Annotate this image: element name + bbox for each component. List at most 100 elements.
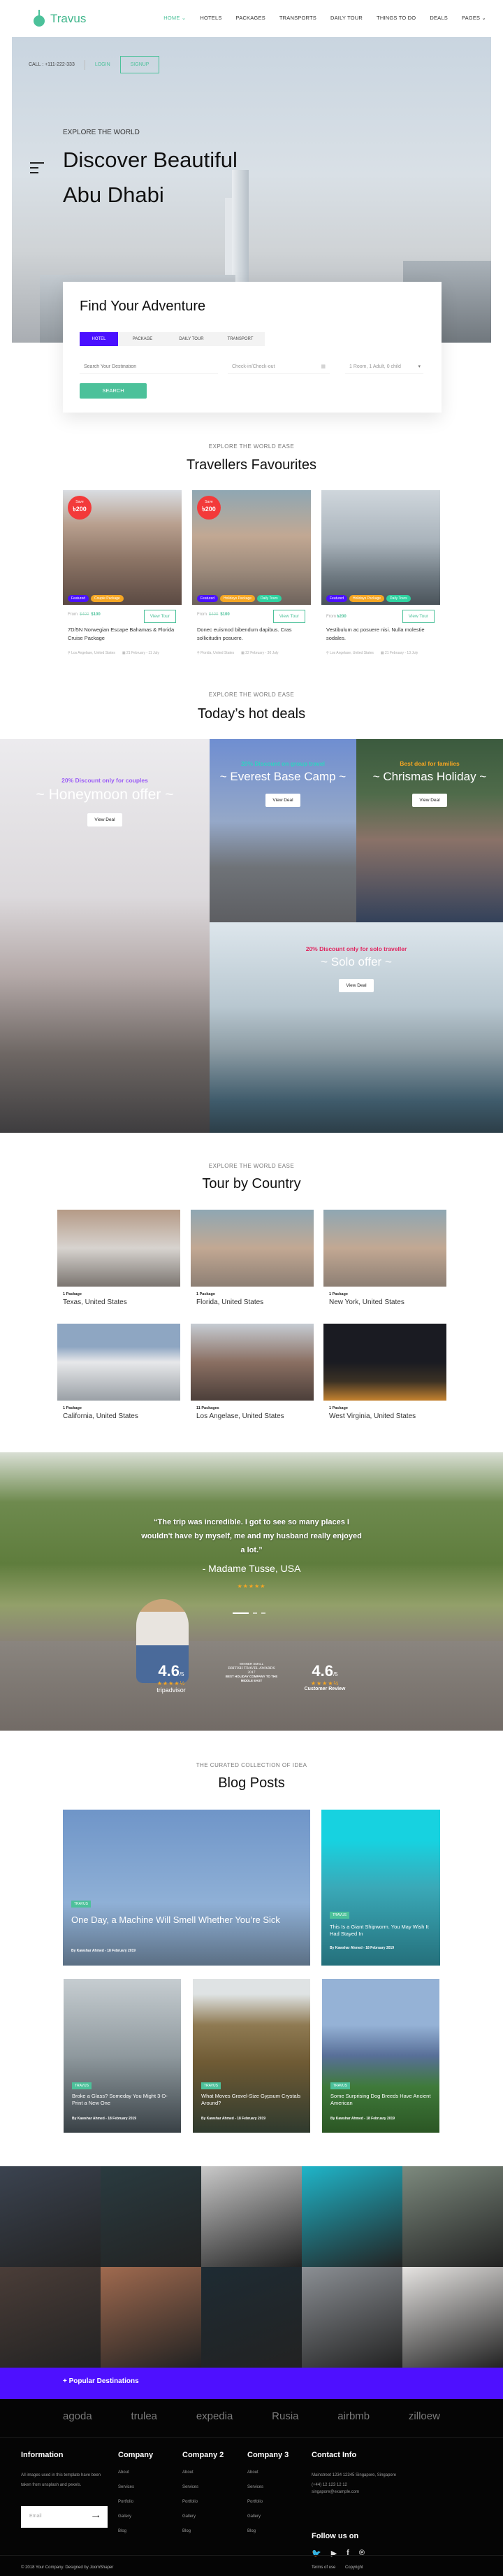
login-link[interactable]: LOGIN <box>95 62 110 67</box>
view-deal-button[interactable]: View Deal <box>339 979 374 992</box>
nav-item[interactable]: THINGS TO DO <box>377 15 416 21</box>
dates-input[interactable]: Check-in/Check-out ▦ <box>228 360 330 374</box>
partner-logo[interactable]: trulea <box>131 2410 158 2422</box>
footer-link[interactable]: Gallery <box>182 2514 196 2519</box>
nav-item[interactable]: DAILY TOUR <box>330 15 363 21</box>
blog-tag[interactable]: TRAVUS <box>201 2082 221 2089</box>
blog-card[interactable]: TRAVUS Some Surprising Dog Breeds Have A… <box>322 1979 439 2133</box>
blog-tag[interactable]: TRAVUS <box>330 2082 350 2089</box>
gallery-image[interactable] <box>201 2267 302 2368</box>
blog-tag[interactable]: TRAVUS <box>330 1912 349 1919</box>
partner-logo[interactable]: zilloew <box>409 2410 440 2422</box>
gallery-image[interactable] <box>402 2267 503 2368</box>
nav-item[interactable]: DEALS <box>430 15 448 21</box>
partner-logo[interactable]: expedia <box>196 2410 233 2422</box>
twitter-icon[interactable]: 🐦 <box>312 2549 321 2558</box>
gallery-image[interactable] <box>101 2267 201 2368</box>
blog-tag[interactable]: TRAVUS <box>72 2082 92 2089</box>
nav-item[interactable]: PACKAGES <box>236 15 265 21</box>
country-image[interactable] <box>191 1324 314 1401</box>
contact-email[interactable]: singapore@example.com <box>312 2490 359 2494</box>
country-card[interactable]: 1 Package West Virginia, United States <box>323 1324 446 1422</box>
country-image[interactable] <box>57 1324 180 1401</box>
gallery-image[interactable] <box>101 2166 201 2267</box>
tour-title[interactable]: 7D/5N Norwegian Escape Bahamas & Florida… <box>68 626 180 643</box>
country-card[interactable]: 1 Package New York, United States <box>323 1210 446 1308</box>
country-card[interactable]: 1 Package Texas, United States <box>57 1210 180 1308</box>
popular-destinations-bar[interactable]: + Popular Destinations <box>0 2368 503 2399</box>
blog-title[interactable]: One Day, a Machine Will Smell Whether Yo… <box>71 1915 302 1926</box>
footer-link[interactable]: About <box>182 2470 194 2475</box>
gallery-image[interactable] <box>302 2267 402 2368</box>
nav-item[interactable]: HOME ⌄ <box>163 15 186 21</box>
guests-select[interactable]: 1 Room, 1 Adult, 0 child ▾ <box>345 360 423 374</box>
footer-link[interactable]: Gallery <box>118 2514 131 2519</box>
footer-link[interactable]: Services <box>182 2485 198 2489</box>
carousel-dot[interactable] <box>233 1612 249 1614</box>
view-tour-button[interactable]: View Tour <box>143 610 176 623</box>
nav-item[interactable]: HOTELS <box>200 15 221 21</box>
signup-button[interactable]: SIGNUP <box>119 56 160 73</box>
search-tab[interactable]: TRANSPORT <box>216 332 265 346</box>
blog-card[interactable]: TRAVUS What Moves Gravel-Size Gypsum Cry… <box>193 1979 310 2133</box>
tour-title[interactable]: Vestibulum ac posuere nisi. Nulla molest… <box>326 626 438 643</box>
country-name[interactable]: California, United States <box>63 1412 180 1420</box>
blog-title[interactable]: Broke a Glass? Someday You Might 3-D-Pri… <box>72 2093 173 2107</box>
copyright-link[interactable]: Copyright <box>345 2566 363 2570</box>
country-image[interactable] <box>323 1210 446 1287</box>
tour-title[interactable]: Donec euismod bibendum dapibus. Cras sol… <box>197 626 309 643</box>
blog-title[interactable]: What Moves Gravel-Size Gypsum Crystals A… <box>201 2093 302 2107</box>
partner-logo[interactable]: Rusia <box>272 2410 298 2422</box>
search-button[interactable]: SEARCH <box>80 383 147 399</box>
terms-link[interactable]: Terms of use <box>312 2566 335 2570</box>
carousel-dot[interactable] <box>253 1612 257 1614</box>
search-tab[interactable]: DAILY TOUR <box>167 332 216 346</box>
gallery-image[interactable] <box>0 2267 101 2368</box>
view-deal-button[interactable]: View Deal <box>412 794 447 807</box>
country-card[interactable]: 11 Packages Los Angelase, United States <box>191 1324 314 1422</box>
arrow-right-icon[interactable]: ⟶ <box>92 2514 99 2520</box>
tour-image[interactable]: Featured Holidays Package Daily Tours <box>321 490 440 605</box>
footer-link[interactable]: About <box>118 2470 129 2475</box>
footer-link[interactable]: Blog <box>182 2529 191 2533</box>
search-tab[interactable]: HOTEL <box>80 332 118 346</box>
country-image[interactable] <box>323 1324 446 1401</box>
country-image[interactable] <box>191 1210 314 1287</box>
gallery-image[interactable] <box>302 2166 402 2267</box>
country-name[interactable]: West Virginia, United States <box>329 1412 446 1420</box>
footer-link[interactable]: Blog <box>118 2529 126 2533</box>
partner-logo[interactable]: agoda <box>63 2410 92 2422</box>
blog-card[interactable]: TRAVUS One Day, a Machine Will Smell Whe… <box>63 1810 310 1966</box>
gallery-image[interactable] <box>402 2166 503 2267</box>
footer-link[interactable]: About <box>247 2470 258 2475</box>
youtube-icon[interactable]: ▶ <box>331 2549 337 2558</box>
footer-link[interactable]: Blog <box>247 2529 256 2533</box>
country-card[interactable]: 1 Package California, United States <box>57 1324 180 1422</box>
country-name[interactable]: New York, United States <box>329 1298 446 1306</box>
view-deal-button[interactable]: View Deal <box>87 813 122 827</box>
footer-link[interactable]: Services <box>118 2485 134 2489</box>
view-tour-button[interactable]: View Tour <box>402 610 435 623</box>
view-tour-button[interactable]: View Tour <box>272 610 305 623</box>
facebook-icon[interactable]: f <box>347 2549 349 2558</box>
footer-link[interactable]: Portfolio <box>247 2500 263 2504</box>
carousel-dot[interactable] <box>261 1612 265 1614</box>
nav-item[interactable]: PAGES ⌄ <box>462 15 486 21</box>
gallery-image[interactable] <box>0 2166 101 2267</box>
footer-link[interactable]: Services <box>247 2485 263 2489</box>
partner-logo[interactable]: airbmb <box>337 2410 370 2422</box>
country-image[interactable] <box>57 1210 180 1287</box>
gallery-image[interactable] <box>201 2166 302 2267</box>
view-deal-button[interactable]: View Deal <box>265 794 300 807</box>
tour-image[interactable]: Save ৳200 Featured Holidays Package Daily T… <box>192 490 311 605</box>
destination-input[interactable] <box>80 360 218 374</box>
country-card[interactable]: 1 Package Florida, United States <box>191 1210 314 1308</box>
country-name[interactable]: Los Angelase, United States <box>196 1412 314 1420</box>
country-name[interactable]: Texas, United States <box>63 1298 180 1306</box>
blog-title[interactable]: This Is a Giant Shipworm. You May Wish I… <box>330 1924 432 1938</box>
logo[interactable]: Travus <box>32 10 86 28</box>
country-name[interactable]: Florida, United States <box>196 1298 314 1306</box>
blog-tag[interactable]: TRAVUS <box>71 1901 91 1908</box>
footer-link[interactable]: Gallery <box>247 2514 261 2519</box>
tour-image[interactable]: Save ৳200 Featured Couple Package <box>63 490 182 605</box>
